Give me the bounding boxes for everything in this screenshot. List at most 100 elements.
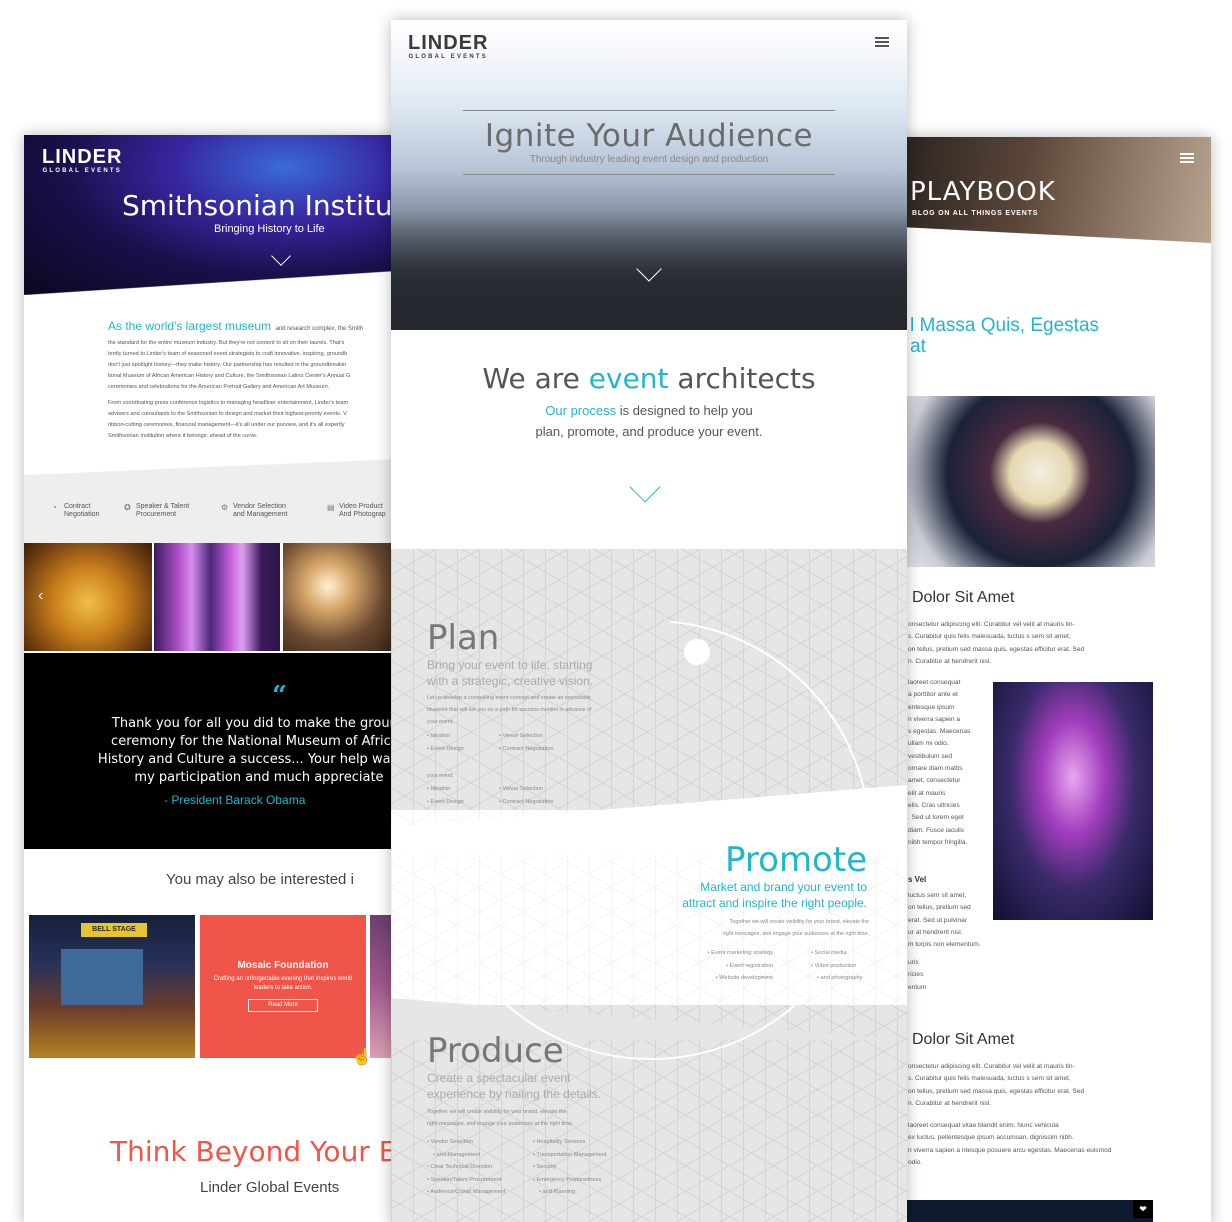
process-text-rest: is designed to help you	[616, 403, 753, 418]
service-video[interactable]: ▤ Video Product And Photograp	[327, 503, 386, 519]
divider	[463, 174, 835, 175]
blog-subtitle: BLOG ON ALL THINGS EVENTS	[912, 210, 1039, 217]
portfolio-stage: LINDER GLOBAL EVENTS Smithsonian Institu…	[0, 0, 1232, 1222]
service-vendor[interactable]: ⚙ Vendor Selection and Management	[221, 503, 287, 519]
promote-title: Promote	[725, 840, 868, 880]
text-line: laoreet consequat	[908, 679, 961, 686]
hand-cursor-icon: ☝	[352, 1049, 372, 1066]
service-contract[interactable]: ◔ Contract Negotiation	[52, 503, 99, 519]
post-image-footer: ❤	[900, 1200, 1153, 1222]
gallery-photo	[283, 543, 396, 651]
text-line: your event.	[427, 719, 454, 725]
service-label: Contract	[64, 503, 91, 510]
plan-paragraph: Let us develop a compelling event concep…	[427, 692, 592, 728]
intro-lead: As the world's largest museum	[108, 319, 272, 333]
text-line: amet, consectetur	[908, 777, 961, 785]
service-label: And Photograp	[339, 511, 386, 518]
process-text-line: plan, promote, and produce your event.	[535, 424, 763, 439]
chevron-down-icon[interactable]	[629, 471, 661, 503]
text-line: on tellus, pretium sed massa quis, egest…	[908, 1087, 1085, 1095]
process-text: Our process is designed to help you plan…	[391, 400, 907, 442]
list-item-cont: and photography	[811, 972, 863, 985]
plan-title: Plan	[427, 618, 500, 658]
bell-stage-sign: BELL STAGE	[81, 923, 147, 937]
post-title[interactable]: l Massa Quis, Egestas at	[900, 315, 1140, 357]
related-card-bell-stage[interactable]: BELL STAGE	[29, 915, 195, 1058]
card-title: Mosaic Foundation	[237, 960, 329, 971]
text-line: vestibulum sed	[908, 752, 952, 760]
text-line: on tellus, pretium sed massa quis, egest…	[908, 645, 1085, 653]
produce-paragraph: Together we will create visibility for y…	[427, 1106, 573, 1130]
list-item: Vendor Selection	[427, 1136, 505, 1149]
intro-line: ribbon-cutting ceremonies, financial man…	[108, 422, 345, 428]
cta-subheading: Linder Global Events	[200, 1179, 340, 1196]
heading-text: architects	[668, 362, 816, 395]
linder-home-mockup: LINDER GLOBAL EVENTS Ignite Your Audienc…	[391, 20, 907, 1222]
post-paragraph: onsectetur adipiscing elit. Curabitur ve…	[908, 619, 1084, 668]
text-line: elit at mauris	[908, 789, 946, 797]
post-title-line: l Massa Quis, Egestas	[910, 315, 1100, 336]
video-icon: ▤	[327, 503, 335, 512]
read-more-button[interactable]: Read More	[248, 999, 318, 1012]
intro-line: tently turned to Linder's team of season…	[108, 351, 348, 357]
photo-carousel[interactable]: ‹	[24, 543, 396, 651]
text-line: elis. Cras ultricies	[908, 801, 960, 809]
chevron-left-icon[interactable]: ‹	[38, 587, 43, 605]
text-line: uris	[908, 959, 919, 966]
text-line: luctus sem sit amet,	[908, 892, 967, 899]
heading-text: We are	[482, 362, 589, 395]
hero-title: Ignite Your Audience	[484, 118, 814, 154]
service-label: Video Product	[339, 503, 383, 510]
quote-line: History and Culture a success... Your he…	[97, 752, 396, 767]
produce-list: Hospitality Services Transportation Mana…	[533, 1136, 607, 1199]
list-item-cont: and Management	[427, 1149, 505, 1162]
text-line: ullam mi odio,	[908, 740, 949, 748]
post-paragraph: uris ricies entum	[908, 957, 926, 994]
linder-logo[interactable]: LINDER GLOBAL EVENTS	[42, 147, 122, 175]
subtitle-line: Bring your event to life, starting	[427, 658, 593, 672]
intro-line: ceremonies and celebrations for the Amer…	[108, 384, 330, 390]
text-line: n. Curabitur at hendrerit nisl.	[908, 1099, 992, 1107]
text-line: ex luctus, pellentesque ipsum accumsan, …	[908, 1134, 1074, 1142]
text-line: on tellus, pretium sed	[908, 904, 971, 912]
services-strip: ◔ Contract Negotiation ✪ Speaker & Talen…	[24, 459, 396, 543]
text-line: laoreet consequat vitae blandit enim. Nu…	[908, 1122, 1059, 1129]
text-line: blueprint that will set you on a path fo…	[427, 707, 592, 713]
quote-author: - President Barack Obama	[164, 793, 306, 807]
related-card-mosaic[interactable]: Mosaic Foundation Crafting an unforgetta…	[200, 915, 366, 1058]
text-line: right messages, and engage your audience…	[427, 1121, 574, 1127]
text-line: onsectetur adipiscing elit. Curabitur ve…	[908, 621, 1075, 628]
chevron-down-icon[interactable]	[271, 246, 291, 266]
process-link[interactable]: Our process	[545, 403, 616, 418]
playbook-blog-mockup: PLAYBOOK BLOG ON ALL THINGS EVENTS l Mas…	[900, 137, 1211, 1222]
hero-banner: LINDER GLOBAL EVENTS Smithsonian Institu…	[24, 135, 396, 295]
intro-lead-rest: and research complex, the Smith	[275, 326, 364, 332]
menu-icon[interactable]	[875, 37, 889, 48]
heart-icon[interactable]: ❤	[1133, 1200, 1153, 1218]
service-talent[interactable]: ✪ Speaker & Talent Procurement	[124, 503, 189, 519]
plan-list: Ideation Event Design	[427, 783, 464, 808]
post-paragraph: onsectetur adipiscing elit. Curabitur ve…	[908, 1061, 1084, 1110]
linder-logo[interactable]: LINDER GLOBAL EVENTS	[408, 33, 488, 61]
quote-icon: “	[272, 681, 287, 711]
list-item: Event Design	[427, 796, 464, 809]
promote-paragraph: Together we will create visibility for y…	[691, 916, 869, 940]
text-line: ornare diam mattis	[908, 765, 963, 773]
plan-list: Venue Selection Contract Negotiation	[499, 783, 554, 808]
testimonial: “ Thank you for all you did to make the …	[24, 653, 396, 849]
list-item: Security	[533, 1161, 607, 1174]
list-item: Ideation	[427, 730, 464, 743]
blog-title: PLAYBOOK	[910, 177, 1056, 207]
text-line: Together we will create visibility for y…	[427, 1109, 567, 1115]
post-image-dessert	[900, 396, 1155, 567]
text-line: s egestas. Maecenas	[908, 728, 971, 736]
menu-icon[interactable]	[1180, 153, 1194, 164]
hero-title: Smithsonian Institu	[122, 189, 393, 222]
text-line: ur at hendrerit nisl.	[908, 928, 963, 936]
text-line: onsectetur adipiscing elit. Curabitur ve…	[908, 1063, 1075, 1070]
service-label: Vendor Selection	[233, 503, 286, 510]
related-heading: You may also be interested i	[166, 871, 354, 888]
list-item: Emergency Preparedness	[533, 1174, 607, 1187]
quote-line: ceremony for the National Museum of Afri…	[111, 734, 396, 749]
text-line: odio.	[908, 1158, 923, 1166]
